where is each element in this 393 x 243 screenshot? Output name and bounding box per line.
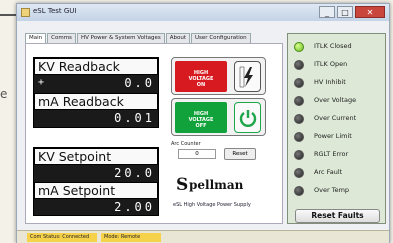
hv-on-button[interactable]: HIGH VOLTAGE ON xyxy=(171,57,266,95)
status-over-voltage: Over Voltage xyxy=(294,94,382,108)
hv-off-button[interactable]: HIGH VOLTAGE OFF xyxy=(171,98,266,136)
hv-on-line3: ON xyxy=(196,82,206,88)
tab-comms[interactable]: Comms xyxy=(47,33,76,43)
arc-counter-field: 0 xyxy=(178,149,216,159)
window-title: eSL Test GUI xyxy=(33,7,77,15)
status-label: Over Current xyxy=(314,114,357,122)
maximize-button[interactable]: □ xyxy=(337,6,353,18)
status-itlk-open: ITLK Open xyxy=(294,58,382,72)
lightning-icon xyxy=(234,61,261,92)
status-label: ITLK Closed xyxy=(314,42,352,50)
main-panel: KV Readback + 0.0 mA Readback 0.01 HIGH … xyxy=(25,43,283,224)
app-icon xyxy=(21,8,30,17)
background-text: e xyxy=(0,87,8,101)
status-hv-inhibit: HV Inhibit xyxy=(294,76,382,90)
status-bar: Com Status: Connected Mode: Remote xyxy=(17,230,389,243)
status-label: Over Voltage xyxy=(314,96,357,104)
spellman-logo: S pellman xyxy=(176,175,276,199)
ma-readback-value: 0.01 xyxy=(114,111,155,125)
title-bar: eSL Test GUI _ □ ✕ xyxy=(17,4,389,21)
status-over-current: Over Current xyxy=(294,112,382,126)
led-indicator-icon xyxy=(294,96,304,106)
status-label: HV Inhibit xyxy=(314,78,346,86)
kv-readback-value: 0.0 xyxy=(124,76,155,90)
tab-user-configuration[interactable]: User Configuration xyxy=(191,33,251,43)
status-label: RGLT Error xyxy=(314,150,349,158)
app-window: eSL Test GUI _ □ ✕ Main Comms HV Power &… xyxy=(16,3,390,243)
led-indicator-icon xyxy=(294,186,304,196)
tab-bar: Main Comms HV Power & System Voltages Ab… xyxy=(25,33,252,43)
power-icon xyxy=(234,102,261,133)
led-indicator-icon xyxy=(294,168,304,178)
ma-setpoint-label: mA Setpoint xyxy=(34,182,158,199)
tab-main[interactable]: Main xyxy=(25,33,47,43)
led-indicator-icon xyxy=(294,78,304,88)
product-tagline: eSL High Voltage Power Supply xyxy=(173,202,251,208)
tab-about[interactable]: About xyxy=(165,33,191,43)
kv-setpoint-label: KV Setpoint xyxy=(34,148,158,165)
led-indicator-icon xyxy=(294,114,304,124)
setpoint-display: KV Setpoint 20.0 mA Setpoint 2.00 xyxy=(33,147,159,216)
hv-off-face: HIGH VOLTAGE OFF xyxy=(175,102,227,133)
status-panel: ITLK Closed ITLK Open HV Inhibit Over Vo… xyxy=(287,33,386,224)
status-label: Arc Fault xyxy=(314,168,343,176)
ma-setpoint-value[interactable]: 2.00 xyxy=(114,200,155,214)
status-label: Over Temp xyxy=(314,186,350,194)
hv-off-line3: OFF xyxy=(195,123,207,129)
tab-hv-power[interactable]: HV Power & System Voltages xyxy=(76,33,165,43)
close-button[interactable]: ✕ xyxy=(355,6,385,18)
led-indicator-icon xyxy=(294,150,304,160)
brand-mark: S xyxy=(176,175,189,195)
status-arc-fault: Arc Fault xyxy=(294,166,382,180)
page: { "background": {"text": "e"}, "window":… xyxy=(0,0,393,243)
status-rglt-error: RGLT Error xyxy=(294,148,382,162)
kv-readback-label: KV Readback xyxy=(34,58,158,75)
reset-faults-button[interactable]: Reset Faults xyxy=(295,209,380,223)
led-indicator-icon xyxy=(294,42,304,52)
kv-readback-sign: + xyxy=(38,77,45,88)
brand-name: pellman xyxy=(189,178,244,192)
connection-status: Com Status: Connected xyxy=(27,233,97,242)
mode-status: Mode: Remote xyxy=(101,233,161,242)
ma-readback-label: mA Readback xyxy=(34,93,158,110)
led-indicator-icon xyxy=(294,60,304,70)
status-label: Power Limit xyxy=(314,132,352,140)
hv-on-face: HIGH VOLTAGE ON xyxy=(175,61,227,92)
status-itlk-closed: ITLK Closed xyxy=(294,40,382,54)
minimize-button[interactable]: _ xyxy=(319,6,335,18)
status-power-limit: Power Limit xyxy=(294,130,382,144)
status-label: ITLK Open xyxy=(314,60,348,68)
kv-setpoint-value[interactable]: 20.0 xyxy=(114,166,155,180)
arc-counter-label: Arc Counter xyxy=(171,141,201,147)
status-over-temp: Over Temp xyxy=(294,184,382,198)
arc-reset-button[interactable]: Reset xyxy=(224,148,256,160)
led-indicator-icon xyxy=(294,132,304,142)
readback-display: KV Readback + 0.0 mA Readback 0.01 xyxy=(33,57,159,128)
